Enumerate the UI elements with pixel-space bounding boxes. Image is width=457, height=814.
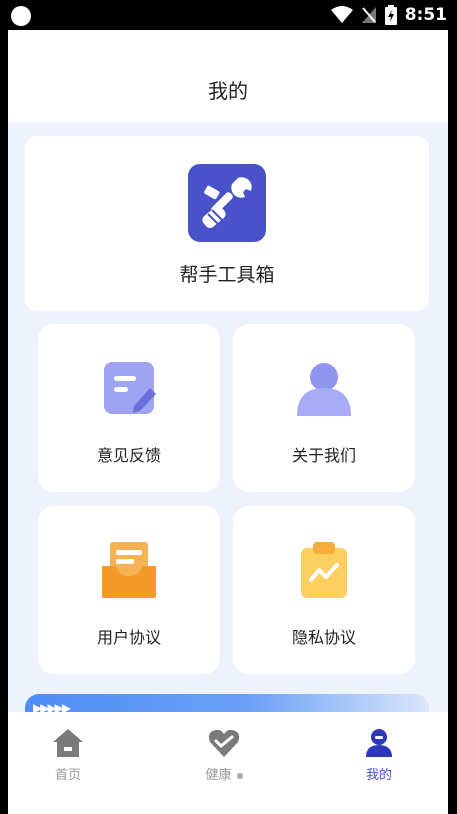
feedback-card[interactable]: 意见反馈 xyxy=(38,324,220,492)
app-screen: 我的 帮手工具箱 意见反馈 关于我们 用户协议 隐私协议 ▶▶▶▶▶ 首页 健康… xyxy=(8,30,448,814)
status-bar: 8:51 xyxy=(0,0,457,30)
status-time: 8:51 xyxy=(404,5,447,25)
tab-health-label: 健康 xyxy=(164,764,284,783)
page-title: 我的 xyxy=(208,78,248,103)
user-icon xyxy=(295,358,353,418)
home-icon xyxy=(52,728,84,758)
feedback-label: 意见反馈 xyxy=(96,446,161,465)
toolbox-label: 帮手工具箱 xyxy=(179,264,275,286)
tab-mine-label: 我的 xyxy=(365,768,392,783)
profile-icon xyxy=(363,728,395,758)
tab-mine[interactable]: 我的 xyxy=(319,712,439,783)
feedback-icon xyxy=(100,358,158,418)
tab-home-label: 首页 xyxy=(54,768,81,783)
about-us-card[interactable]: 关于我们 xyxy=(233,324,415,492)
signal-icon xyxy=(361,7,376,23)
tab-health[interactable]: 健康 xyxy=(164,712,284,783)
wifi-icon xyxy=(330,6,353,23)
wrench-icon xyxy=(188,164,266,242)
user-agreement-card[interactable]: 用户协议 xyxy=(38,506,220,674)
tray-icon xyxy=(100,540,158,600)
heart-icon xyxy=(208,728,240,758)
user-agreement-label: 用户协议 xyxy=(96,628,161,647)
status-icons: 8:51 xyxy=(330,4,447,26)
toolbox-card[interactable]: 帮手工具箱 xyxy=(25,136,429,311)
clipboard-icon xyxy=(295,540,353,600)
privacy-agreement-label: 隐私协议 xyxy=(291,628,356,647)
battery-charging-icon xyxy=(384,5,397,25)
privacy-agreement-card[interactable]: 隐私协议 xyxy=(233,506,415,674)
about-us-label: 关于我们 xyxy=(291,446,356,465)
tab-home[interactable]: 首页 xyxy=(8,712,128,783)
page-header: 我的 xyxy=(8,30,448,122)
badge-dot-icon xyxy=(236,772,243,779)
notification-dot-icon xyxy=(11,6,31,26)
bottom-tab-bar: 首页 健康 我的 xyxy=(8,712,448,814)
